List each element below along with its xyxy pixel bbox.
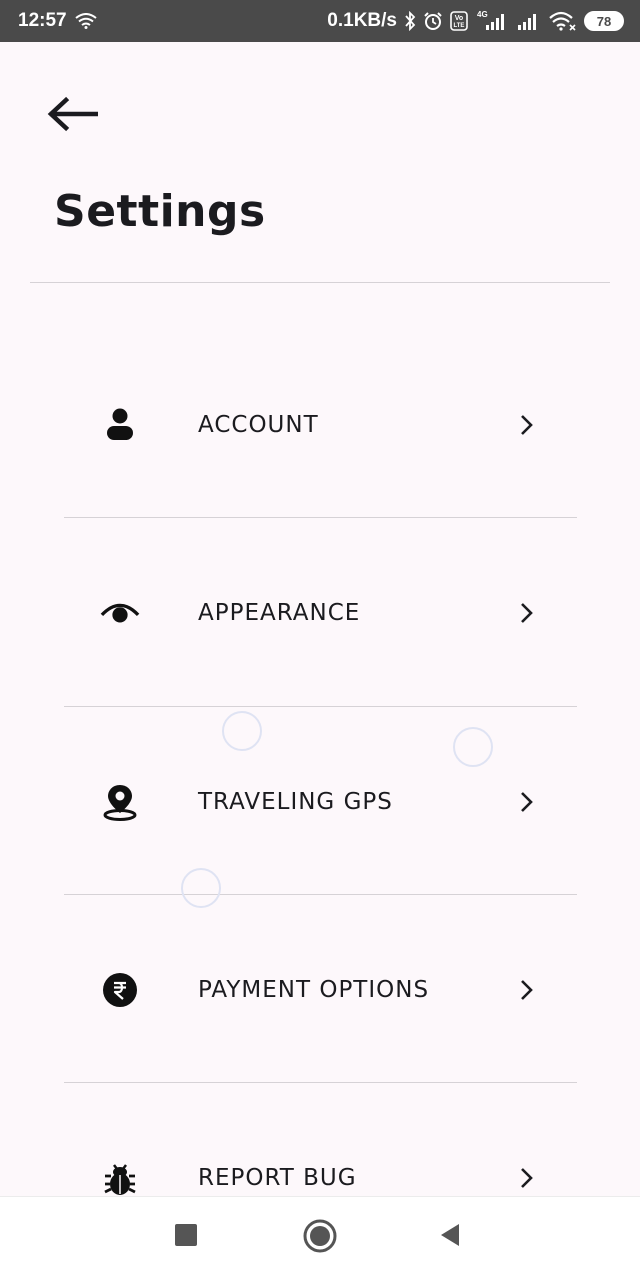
- network-speed: 0.1KB/s: [327, 10, 397, 31]
- menu-item-payment-options[interactable]: PAYMENT OPTIONS: [64, 930, 577, 1050]
- eye-icon: [100, 593, 140, 633]
- item-divider: [64, 706, 577, 707]
- item-divider: [64, 894, 577, 895]
- signal-icon: [516, 11, 542, 31]
- item-divider: [64, 1082, 577, 1083]
- page-title: Settings: [54, 186, 266, 237]
- battery-level: 78: [596, 13, 612, 29]
- menu-item-label: TRAVELING GPS: [198, 789, 393, 815]
- bluetooth-icon: [404, 11, 416, 31]
- chevron-right-icon: [514, 413, 538, 437]
- menu-item-account[interactable]: ACCOUNT: [64, 365, 577, 485]
- person-icon: [100, 405, 140, 445]
- rupee-icon: [100, 970, 140, 1010]
- chevron-right-icon: [514, 601, 538, 625]
- signal-4g-icon: 4G: [475, 10, 509, 32]
- touch-ripple: [222, 711, 262, 751]
- home-button[interactable]: [299, 1217, 341, 1259]
- arrow-left-icon: [46, 96, 99, 136]
- back-button[interactable]: [44, 92, 100, 140]
- touch-ripple: [181, 868, 221, 908]
- location-pin-icon: [100, 782, 140, 822]
- menu-item-label: ACCOUNT: [198, 412, 319, 438]
- chevron-right-icon: [514, 1166, 538, 1190]
- svg-text:Vo: Vo: [455, 15, 463, 22]
- bug-icon: [100, 1158, 140, 1198]
- recents-square-icon: [175, 1224, 197, 1250]
- navigation-bar: [0, 1196, 640, 1280]
- touch-ripple: [453, 727, 493, 767]
- status-bar: 12:57 0.1KB/s Vo LTE 4G 78: [0, 0, 640, 42]
- recents-button[interactable]: [166, 1217, 206, 1257]
- battery-icon: 78: [584, 11, 624, 31]
- menu-item-label: REPORT BUG: [198, 1165, 357, 1191]
- svg-text:LTE: LTE: [454, 23, 465, 29]
- title-divider: [30, 282, 610, 283]
- menu-item-traveling-gps[interactable]: TRAVELING GPS: [64, 742, 577, 862]
- menu-item-label: PAYMENT OPTIONS: [198, 977, 430, 1003]
- home-circle-icon: [303, 1219, 337, 1257]
- wifi-icon: [74, 13, 97, 29]
- svg-text:4G: 4G: [477, 10, 488, 19]
- alarm-icon: [423, 11, 443, 31]
- menu-item-appearance[interactable]: APPEARANCE: [64, 553, 577, 673]
- chevron-right-icon: [514, 790, 538, 814]
- chevron-right-icon: [514, 978, 538, 1002]
- system-back-button[interactable]: [430, 1217, 470, 1257]
- item-divider: [64, 517, 577, 518]
- back-triangle-icon: [439, 1223, 461, 1251]
- volte-icon: Vo LTE: [450, 11, 468, 31]
- wifi-icon: [549, 11, 577, 31]
- menu-item-label: APPEARANCE: [198, 600, 361, 626]
- status-time: 12:57: [18, 10, 67, 31]
